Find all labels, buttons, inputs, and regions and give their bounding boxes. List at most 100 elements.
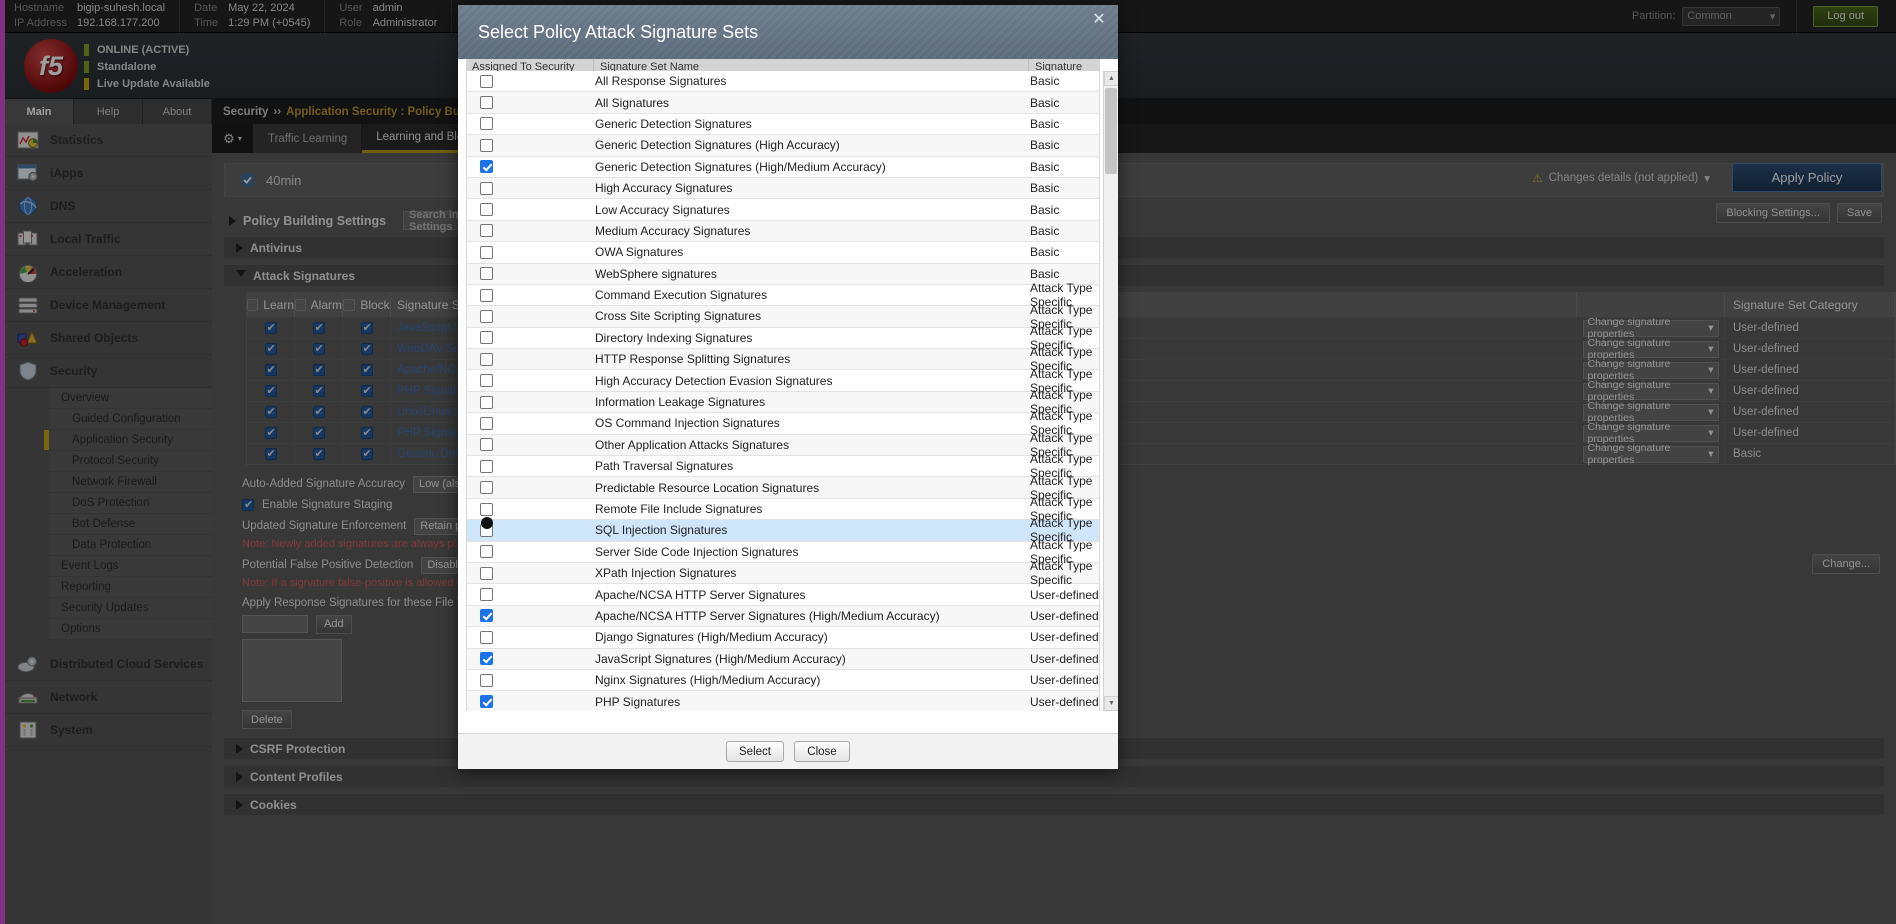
assign-checkbox[interactable] <box>480 481 493 494</box>
cell-signature-set-name: WebSphere signatures <box>595 267 1030 281</box>
assign-checkbox[interactable] <box>480 160 493 173</box>
cell-assigned <box>467 289 595 302</box>
close-icon[interactable]: ✕ <box>1090 10 1108 28</box>
modal-table-row[interactable]: Directory Indexing SignaturesAttack Type… <box>467 328 1099 349</box>
cell-assigned <box>467 503 595 516</box>
assign-checkbox[interactable] <box>480 289 493 302</box>
assign-checkbox[interactable] <box>480 567 493 580</box>
assign-checkbox[interactable] <box>480 438 493 451</box>
modal-table-row[interactable]: Apache/NCSA HTTP Server Signatures (High… <box>467 606 1099 627</box>
assign-checkbox[interactable] <box>480 246 493 259</box>
modal-table-row[interactable]: High Accuracy SignaturesBasic <box>467 178 1099 199</box>
cell-signature-set-category: User-defined <box>1030 652 1099 666</box>
assign-checkbox[interactable] <box>480 96 493 109</box>
modal-table-row[interactable]: Predictable Resource Location Signatures… <box>467 477 1099 498</box>
assign-checkbox[interactable] <box>480 674 493 687</box>
select-button[interactable]: Select <box>726 741 784 762</box>
scroll-down-icon[interactable]: ▼ <box>1104 696 1118 711</box>
modal-table-row[interactable]: Cross Site Scripting SignaturesAttack Ty… <box>467 306 1099 327</box>
modal-table-row[interactable]: Information Leakage SignaturesAttack Typ… <box>467 392 1099 413</box>
cell-assigned <box>467 631 595 644</box>
assign-checkbox[interactable] <box>480 417 493 430</box>
cell-signature-set-name: SQL Injection Signatures <box>595 523 1030 537</box>
cell-signature-set-category: Basic <box>1030 245 1099 259</box>
modal-table-row[interactable]: Other Application Attacks SignaturesAtta… <box>467 435 1099 456</box>
modal-table-row[interactable]: WebSphere signaturesBasic <box>467 264 1099 285</box>
assign-checkbox[interactable] <box>480 609 493 622</box>
modal-table-row[interactable]: Server Side Code Injection SignaturesAtt… <box>467 542 1099 563</box>
cell-signature-set-name: Generic Detection Signatures (High Accur… <box>595 138 1030 152</box>
cell-assigned <box>467 588 595 601</box>
modal-table-row[interactable]: All Response SignaturesBasic <box>467 71 1099 92</box>
modal-table-row[interactable]: Apache/NCSA HTTP Server SignaturesUser-d… <box>467 584 1099 605</box>
modal-table-row[interactable]: PHP SignaturesUser-defined <box>467 691 1099 711</box>
cell-assigned <box>467 267 595 280</box>
assign-checkbox[interactable] <box>480 545 493 558</box>
modal-scrollbar[interactable]: ▲ ▼ <box>1103 71 1118 711</box>
scroll-up-icon[interactable]: ▲ <box>1104 71 1118 86</box>
modal-table-row[interactable]: Nginx Signatures (High/Medium Accuracy)U… <box>467 670 1099 691</box>
modal-table-row[interactable]: XPath Injection SignaturesAttack Type Sp… <box>467 563 1099 584</box>
cell-assigned <box>467 609 595 622</box>
assign-checkbox[interactable] <box>480 267 493 280</box>
assign-checkbox[interactable] <box>480 310 493 323</box>
assign-checkbox[interactable] <box>480 374 493 387</box>
cell-assigned <box>467 695 595 708</box>
cell-signature-set-category: Basic <box>1030 96 1099 110</box>
assign-checkbox[interactable] <box>480 396 493 409</box>
cell-signature-set-name: High Accuracy Detection Evasion Signatur… <box>595 374 1030 388</box>
modal-table-row[interactable]: JavaScript Signatures (High/Medium Accur… <box>467 649 1099 670</box>
modal-table-row[interactable]: OS Command Injection SignaturesAttack Ty… <box>467 413 1099 434</box>
assign-checkbox[interactable] <box>480 139 493 152</box>
assign-checkbox[interactable] <box>480 631 493 644</box>
modal-table-row[interactable]: Generic Detection SignaturesBasic <box>467 114 1099 135</box>
modal-table-row[interactable]: Path Traversal SignaturesAttack Type Spe… <box>467 456 1099 477</box>
assign-checkbox[interactable] <box>480 224 493 237</box>
cell-signature-set-category: Basic <box>1030 267 1099 281</box>
modal-table-row[interactable]: Low Accuracy SignaturesBasic <box>467 199 1099 220</box>
modal-table-row[interactable]: All SignaturesBasic <box>467 92 1099 113</box>
cell-assigned <box>467 75 595 88</box>
modal-footer: Select Close <box>458 733 1118 769</box>
cell-assigned <box>467 438 595 451</box>
modal-table-row[interactable]: Medium Accuracy SignaturesBasic <box>467 221 1099 242</box>
cell-assigned <box>467 396 595 409</box>
cell-signature-set-name: OS Command Injection Signatures <box>595 416 1030 430</box>
modal-table-row[interactable]: Generic Detection Signatures (High/Mediu… <box>467 157 1099 178</box>
assign-checkbox[interactable] <box>480 203 493 216</box>
assign-checkbox[interactable] <box>480 353 493 366</box>
modal-body: Assigned To Security Policy Signature Se… <box>458 59 1118 733</box>
assign-checkbox[interactable] <box>480 182 493 195</box>
cell-signature-set-name: Medium Accuracy Signatures <box>595 224 1030 238</box>
modal-table-row[interactable]: Remote File Include SignaturesAttack Typ… <box>467 499 1099 520</box>
assign-checkbox[interactable] <box>480 503 493 516</box>
assign-checkbox[interactable] <box>480 75 493 88</box>
modal-table-body: All Response SignaturesBasicAll Signatur… <box>467 71 1099 711</box>
assign-checkbox[interactable] <box>480 460 493 473</box>
modal-table-row[interactable]: Django Signatures (High/Medium Accuracy)… <box>467 627 1099 648</box>
modal-table-row[interactable]: Command Execution SignaturesAttack Type … <box>467 285 1099 306</box>
cell-signature-set-name: OWA Signatures <box>595 245 1030 259</box>
cell-signature-set-category: Basic <box>1030 74 1099 88</box>
modal-table-row[interactable]: High Accuracy Detection Evasion Signatur… <box>467 370 1099 391</box>
assign-checkbox[interactable] <box>480 652 493 665</box>
assign-checkbox[interactable] <box>480 117 493 130</box>
cell-assigned <box>467 117 595 130</box>
cell-signature-set-name: Path Traversal Signatures <box>595 459 1030 473</box>
modal-table-row[interactable]: SQL Injection SignaturesAttack Type Spec… <box>467 520 1099 541</box>
modal-table-row[interactable]: OWA SignaturesBasic <box>467 242 1099 263</box>
cell-assigned <box>467 160 595 173</box>
modal-table-scroll-area[interactable]: All Response SignaturesBasicAll Signatur… <box>466 71 1100 711</box>
cell-signature-set-category: Basic <box>1030 224 1099 238</box>
modal-table-row[interactable]: Generic Detection Signatures (High Accur… <box>467 135 1099 156</box>
assign-checkbox[interactable] <box>480 695 493 708</box>
cell-signature-set-name: Nginx Signatures (High/Medium Accuracy) <box>595 673 1030 687</box>
assign-checkbox[interactable] <box>480 331 493 344</box>
modal-table-row[interactable]: HTTP Response Splitting SignaturesAttack… <box>467 349 1099 370</box>
cell-signature-set-name: HTTP Response Splitting Signatures <box>595 352 1030 366</box>
assign-checkbox[interactable] <box>480 588 493 601</box>
cell-assigned <box>467 353 595 366</box>
close-button[interactable]: Close <box>794 741 850 762</box>
mouse-cursor <box>481 517 493 529</box>
scrollbar-thumb[interactable] <box>1105 88 1117 174</box>
